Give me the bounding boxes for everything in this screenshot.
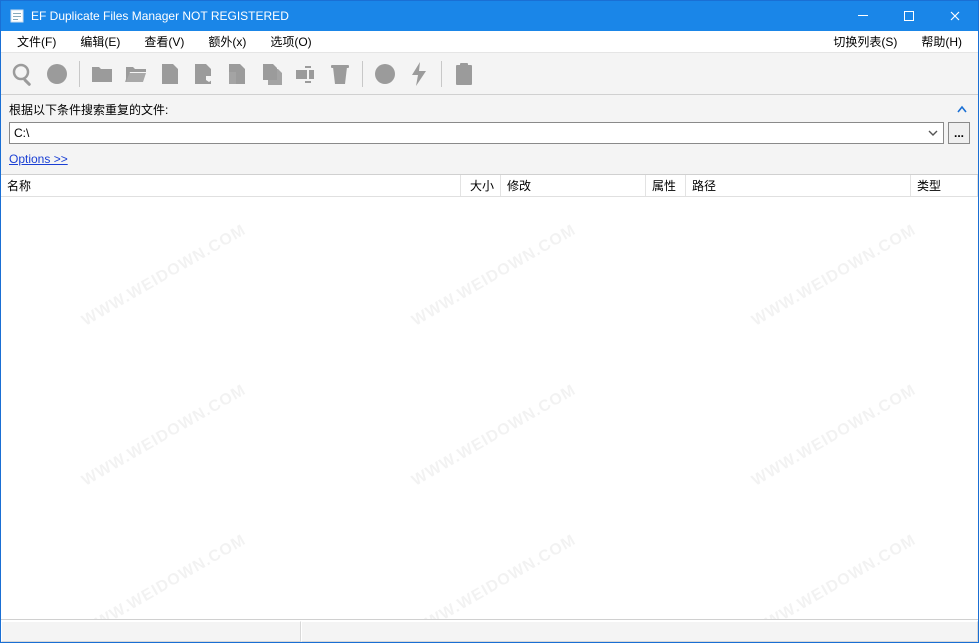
status-cell-right	[301, 621, 978, 642]
copy-icon[interactable]	[258, 59, 286, 89]
toolbar	[1, 53, 978, 95]
menu-view[interactable]: 查看(V)	[132, 30, 196, 53]
menu-help[interactable]: 帮助(H)	[909, 30, 974, 53]
refresh-icon[interactable]	[371, 59, 399, 89]
watermark: WWW.WEIDOWN.COM	[409, 222, 580, 331]
toolbar-separator	[441, 61, 442, 87]
menu-file[interactable]: 文件(F)	[5, 30, 68, 53]
options-link[interactable]: Options >>	[9, 152, 68, 166]
app-window: EF Duplicate Files Manager NOT REGISTERE…	[0, 0, 979, 643]
window-title: EF Duplicate Files Manager NOT REGISTERE…	[31, 9, 840, 23]
watermark: WWW.WEIDOWN.COM	[409, 382, 580, 491]
watermark: WWW.WEIDOWN.COM	[749, 382, 920, 491]
watermark: WWW.WEIDOWN.COM	[79, 222, 250, 331]
column-path[interactable]: 路径	[686, 175, 911, 196]
toolbar-separator	[79, 61, 80, 87]
search-header: 根据以下条件搜索重复的文件:	[9, 101, 970, 118]
toolbar-separator	[362, 61, 363, 87]
window-controls	[840, 1, 978, 31]
maximize-button[interactable]	[886, 1, 932, 31]
watermark: WWW.WEIDOWN.COM	[749, 532, 920, 620]
watermark: WWW.WEIDOWN.COM	[749, 222, 920, 331]
folder-icon[interactable]	[88, 59, 116, 89]
path-input[interactable]	[9, 122, 944, 144]
column-type[interactable]: 类型	[911, 175, 978, 196]
browse-button[interactable]: ...	[948, 122, 970, 144]
file-tag-icon[interactable]	[190, 59, 218, 89]
search-panel: 根据以下条件搜索重复的文件: ... Options >>	[1, 95, 978, 175]
app-icon	[9, 8, 25, 24]
file-icon[interactable]	[156, 59, 184, 89]
minimize-button[interactable]	[840, 1, 886, 31]
column-name[interactable]: 名称	[1, 175, 461, 196]
menu-edit[interactable]: 编辑(E)	[68, 30, 132, 53]
watermark: WWW.WEIDOWN.COM	[79, 532, 250, 620]
menu-extra[interactable]: 额外(x)	[196, 30, 258, 53]
results-body[interactable]: WWW.WEIDOWN.COM WWW.WEIDOWN.COM WWW.WEID…	[1, 197, 978, 619]
column-size[interactable]: 大小	[461, 175, 501, 196]
rename-icon[interactable]	[292, 59, 320, 89]
column-headers: 名称 大小 修改 属性 路径 类型	[1, 175, 978, 197]
close-button[interactable]	[932, 1, 978, 31]
folder-open-icon[interactable]	[122, 59, 150, 89]
collapse-up-icon[interactable]	[954, 102, 970, 118]
menu-switch-list[interactable]: 切换列表(S)	[821, 30, 909, 53]
menu-options[interactable]: 选项(O)	[258, 30, 323, 53]
menubar: 文件(F) 编辑(E) 查看(V) 额外(x) 选项(O) 切换列表(S) 帮助…	[1, 31, 978, 53]
titlebar: EF Duplicate Files Manager NOT REGISTERE…	[1, 1, 978, 31]
path-input-wrapper	[9, 122, 944, 144]
search-icon[interactable]	[9, 59, 37, 89]
status-cell-left	[1, 621, 301, 642]
clipboard-icon[interactable]	[450, 59, 478, 89]
statusbar	[1, 620, 978, 642]
column-modified[interactable]: 修改	[501, 175, 646, 196]
watermark: WWW.WEIDOWN.COM	[409, 532, 580, 620]
column-attrs[interactable]: 属性	[646, 175, 686, 196]
results-list: 名称 大小 修改 属性 路径 类型 WWW.WEIDOWN.COM WWW.WE…	[1, 175, 978, 620]
stop-icon[interactable]	[43, 59, 71, 89]
bolt-icon[interactable]	[405, 59, 433, 89]
cut-icon[interactable]	[224, 59, 252, 89]
trash-icon[interactable]	[326, 59, 354, 89]
chevron-down-icon[interactable]	[924, 124, 942, 142]
search-label: 根据以下条件搜索重复的文件:	[9, 101, 954, 118]
path-row: ...	[9, 122, 970, 144]
watermark: WWW.WEIDOWN.COM	[79, 382, 250, 491]
